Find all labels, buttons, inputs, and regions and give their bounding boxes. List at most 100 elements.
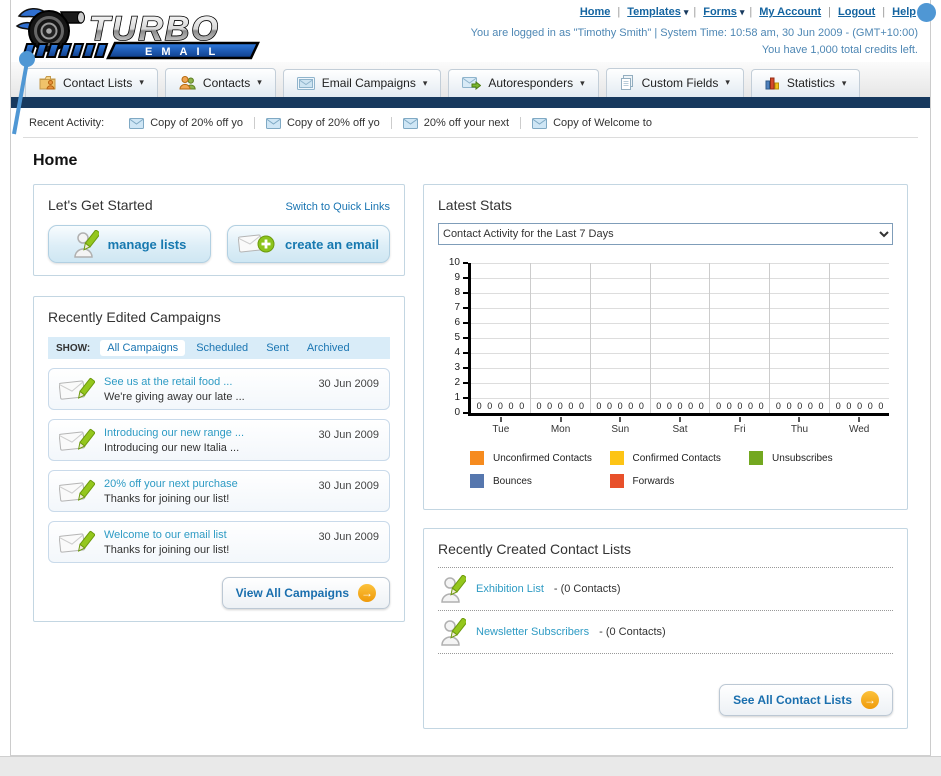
chart-x-axis: Tue Mon Sun Sat Fri Thu Wed: [471, 417, 889, 435]
manage-lists-label: manage lists: [107, 236, 187, 252]
nav-link-home[interactable]: Home: [580, 6, 611, 18]
contact-list-detail: - (0 Contacts): [599, 626, 666, 638]
value-label: 0: [818, 401, 824, 411]
contact-lists-title: Recently Created Contact Lists: [438, 541, 631, 557]
tab-custom-fields[interactable]: Custom Fields ▾: [605, 68, 744, 97]
nav-separator: |: [882, 6, 886, 18]
recent-activity-item[interactable]: Copy of Welcome to: [520, 117, 663, 129]
value-label: 0: [857, 401, 863, 411]
latest-stats-panel: Latest Stats Contact Activity for the La…: [423, 184, 908, 510]
filter-tab-all-campaigns[interactable]: All Campaigns: [100, 340, 186, 356]
nav-link-help[interactable]: Help: [892, 6, 916, 18]
nav-link-my-account[interactable]: My Account: [759, 6, 821, 18]
tab-label: Email Campaigns: [321, 76, 416, 90]
nav-link-forms[interactable]: Forms: [703, 6, 737, 18]
campaign-date: 30 Jun 2009: [318, 531, 379, 543]
login-info: You are logged in as "Timothy Smith" | S…: [471, 25, 918, 59]
filter-tab-archived[interactable]: Archived: [300, 340, 357, 356]
legend-label: Unconfirmed Contacts: [493, 452, 592, 464]
campaign-subtitle: We're giving away our late ...: [104, 390, 245, 403]
campaign-text: See us at the retail food ... We're givin…: [104, 376, 309, 403]
value-label: 0: [807, 401, 813, 411]
campaign-subtitle: Thanks for joining our list!: [104, 543, 230, 556]
y-tick-label: 6: [454, 317, 460, 328]
contact-list-link[interactable]: Newsletter Subscribers: [476, 626, 589, 638]
campaign-title[interactable]: 20% off your next purchase: [104, 478, 309, 490]
filter-tab-sent[interactable]: Sent: [259, 340, 296, 356]
page-wrapper: TURBO EMAIL Home | Templates ▾ | Forms ▾ | My Ac…: [10, 0, 936, 756]
contact-list-row[interactable]: Exhibition List - (0 Contacts): [438, 568, 893, 611]
value-label: 0: [568, 401, 574, 411]
caret-down-icon: ▾: [257, 77, 262, 87]
chart-group-sat: 00000: [651, 263, 711, 413]
x-category-label: Sat: [672, 424, 688, 435]
caret-down-icon: ▾: [139, 77, 144, 87]
contact-list-items: Exhibition List - (0 Contacts) Newsletter…: [438, 567, 893, 654]
x-tick-label: Wed: [829, 417, 889, 435]
tab-email-campaigns[interactable]: Email Campaigns ▾: [282, 69, 442, 97]
campaign-row[interactable]: See us at the retail food ... We're givin…: [48, 368, 390, 410]
value-label: 0: [698, 401, 704, 411]
campaign-row[interactable]: 20% off your next purchase Thanks for joi…: [48, 470, 390, 512]
see-all-contact-lists-button[interactable]: See All Contact Lists →: [719, 684, 893, 716]
tab-autoresponders[interactable]: Autoresponders ▾: [448, 69, 599, 97]
x-tick-mark: [798, 417, 801, 422]
value-label: 0: [508, 401, 514, 411]
recent-activity-item[interactable]: Copy of 20% off yo: [253, 117, 391, 129]
x-tick-label: Thu: [770, 417, 830, 435]
value-label: 0: [628, 401, 634, 411]
page-bottom-strip: [0, 756, 941, 776]
legend-label: Confirmed Contacts: [632, 452, 721, 464]
recent-activity-item[interactable]: 20% off your next: [390, 117, 520, 129]
campaign-date: 30 Jun 2009: [318, 378, 379, 390]
value-label: 0: [737, 401, 743, 411]
campaign-title[interactable]: See us at the retail food ...: [104, 376, 309, 388]
tab-contact-lists[interactable]: Contact Lists ▾: [25, 68, 158, 97]
campaign-title[interactable]: Introducing our new range ...: [104, 427, 309, 439]
x-tick-mark: [679, 417, 682, 422]
campaign-date: 30 Jun 2009: [318, 429, 379, 441]
caret-down-icon: ▾: [841, 77, 847, 88]
stats-period-select[interactable]: Contact Activity for the Last 7 Days: [438, 223, 893, 245]
contact-list-link[interactable]: Exhibition List: [476, 583, 544, 595]
campaign-filter-tabs: All Campaigns Scheduled Sent Archived: [100, 340, 356, 356]
corner-dot-decoration: [917, 3, 936, 22]
caret-down-icon: ▾: [580, 77, 585, 88]
filter-tab-scheduled[interactable]: Scheduled: [189, 340, 255, 356]
x-tick-mark: [858, 417, 861, 422]
recent-activity-item-label: Copy of 20% off yo: [286, 117, 380, 129]
legend-swatch: [609, 451, 624, 465]
recent-activity-item-label: 20% off your next: [423, 117, 510, 129]
x-tick-label: Sun: [590, 417, 650, 435]
nav-link-logout[interactable]: Logout: [838, 6, 875, 18]
recent-activity-items: Copy of 20% off yo Copy of 20% off yo 20% …: [118, 117, 663, 129]
campaign-title[interactable]: Welcome to our email list: [104, 529, 309, 541]
envelope-pencil-icon: [59, 375, 95, 403]
campaign-row[interactable]: Introducing our new range ... Introducing…: [48, 419, 390, 461]
contact-list-row[interactable]: Newsletter Subscribers - (0 Contacts): [438, 611, 893, 654]
get-started-panel: Let's Get Started Switch to Quick Links …: [33, 184, 405, 276]
manage-lists-button[interactable]: manage lists: [48, 225, 211, 263]
nav-link-templates[interactable]: Templates: [627, 6, 681, 18]
value-label: 0: [835, 401, 841, 411]
x-tick-label: Tue: [471, 417, 531, 435]
tab-label: Statistics: [786, 76, 835, 90]
envelope-icon: [129, 117, 145, 129]
campaign-text: Welcome to our email list Thanks for join…: [104, 529, 309, 556]
switch-quick-links-link[interactable]: Switch to Quick Links: [285, 201, 390, 213]
create-an-email-button[interactable]: create an email: [227, 225, 390, 263]
tab-contacts[interactable]: Contacts ▾: [164, 68, 276, 97]
campaign-row[interactable]: Welcome to our email list Thanks for join…: [48, 521, 390, 563]
y-tick-label: 10: [448, 257, 460, 268]
x-category-label: Tue: [492, 424, 510, 435]
tab-statistics[interactable]: Statistics ▾: [750, 69, 861, 97]
tab-label: Contacts: [202, 75, 251, 90]
campaign-subtitle: Introducing our new Italia ...: [104, 441, 240, 454]
contact-list-detail: - (0 Contacts): [553, 583, 621, 595]
view-all-campaigns-button[interactable]: View All Campaigns →: [221, 577, 390, 609]
main-content: Home Let's Get Started Switch to Quick L…: [11, 138, 930, 755]
x-category-label: Fri: [733, 424, 746, 435]
tab-label: Autoresponders: [488, 76, 574, 90]
recent-activity-item[interactable]: Copy of 20% off yo: [118, 117, 254, 129]
legend-swatch: [470, 474, 484, 488]
